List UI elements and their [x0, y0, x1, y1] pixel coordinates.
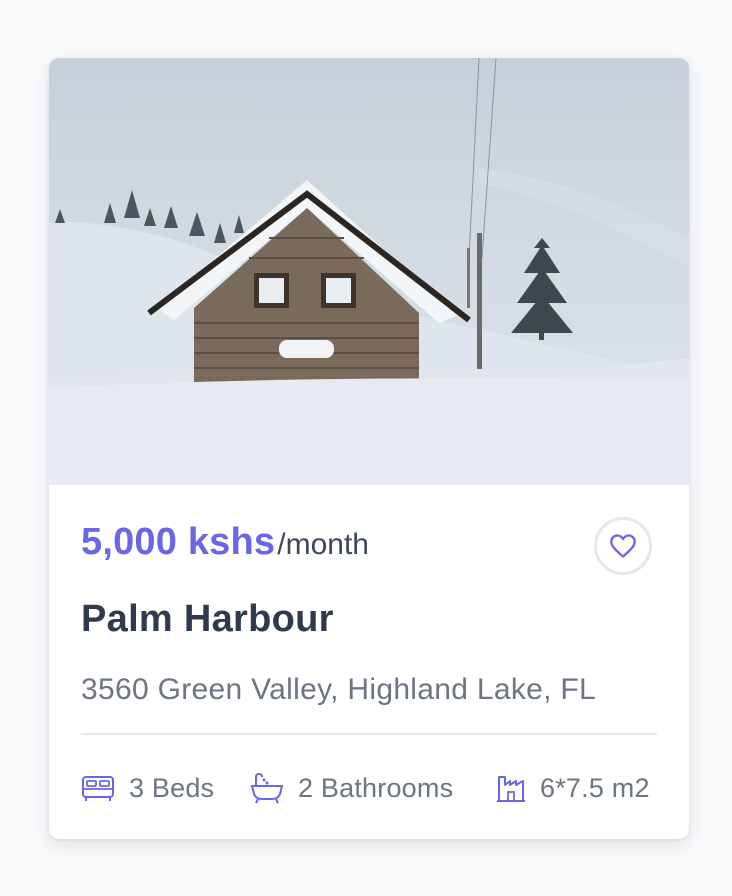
favorite-button[interactable]: [594, 517, 652, 575]
heart-icon: [610, 534, 636, 558]
features-row: 3 Beds 2 Bathrooms 6*7.5 m2: [81, 768, 657, 808]
bathtub-icon: [250, 772, 284, 804]
feature-beds: 3 Beds: [81, 768, 214, 808]
beds-label: 3 Beds: [129, 772, 215, 803]
feature-area: 6*7.5 m2: [496, 768, 650, 808]
price-period: /month: [277, 528, 369, 561]
building-icon: [497, 776, 525, 802]
bed-icon: [82, 776, 114, 801]
property-photo: [49, 58, 689, 485]
property-card[interactable]: 5,000 kshs /month Palm Harbour 3560 Gree…: [49, 58, 689, 839]
divider: [81, 733, 657, 735]
baths-label: 2 Bathrooms: [298, 772, 454, 803]
property-address: 3560 Green Valley, Highland Lake, FL: [81, 673, 596, 706]
property-title: Palm Harbour: [81, 598, 334, 640]
price: 5,000 kshs: [81, 521, 276, 563]
area-label: 6*7.5 m2: [540, 772, 650, 803]
price-line: 5,000 kshs /month: [81, 521, 369, 571]
feature-baths: 2 Bathrooms: [250, 768, 453, 808]
